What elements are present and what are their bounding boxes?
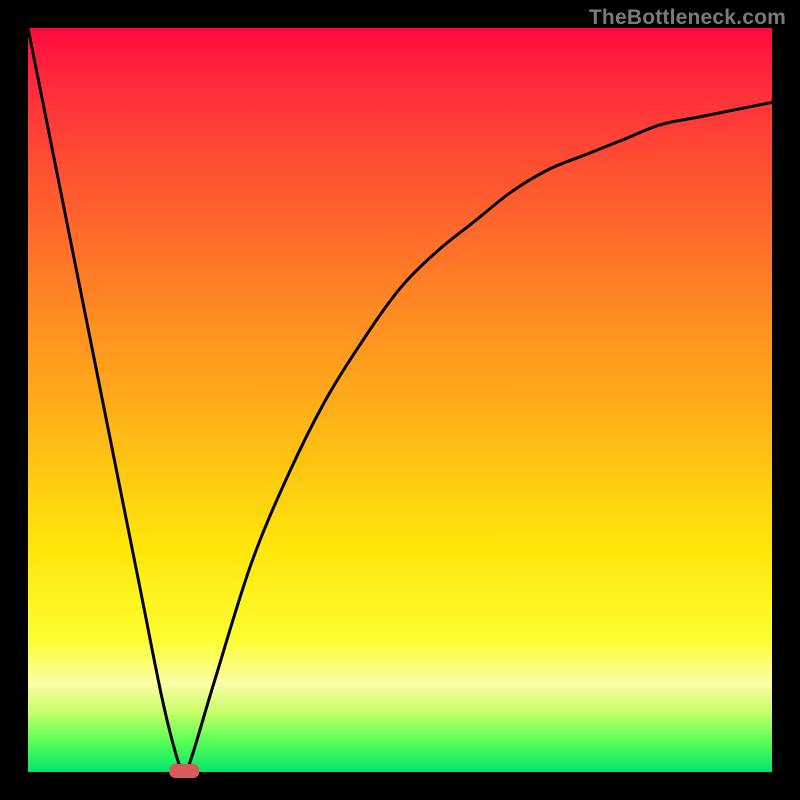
plot-area bbox=[28, 28, 772, 772]
curve-layer bbox=[28, 28, 772, 772]
bottleneck-curve bbox=[28, 28, 772, 772]
watermark-label: TheBottleneck.com bbox=[589, 6, 786, 30]
minimum-marker bbox=[169, 764, 199, 778]
chart-frame: TheBottleneck.com bbox=[0, 0, 800, 800]
